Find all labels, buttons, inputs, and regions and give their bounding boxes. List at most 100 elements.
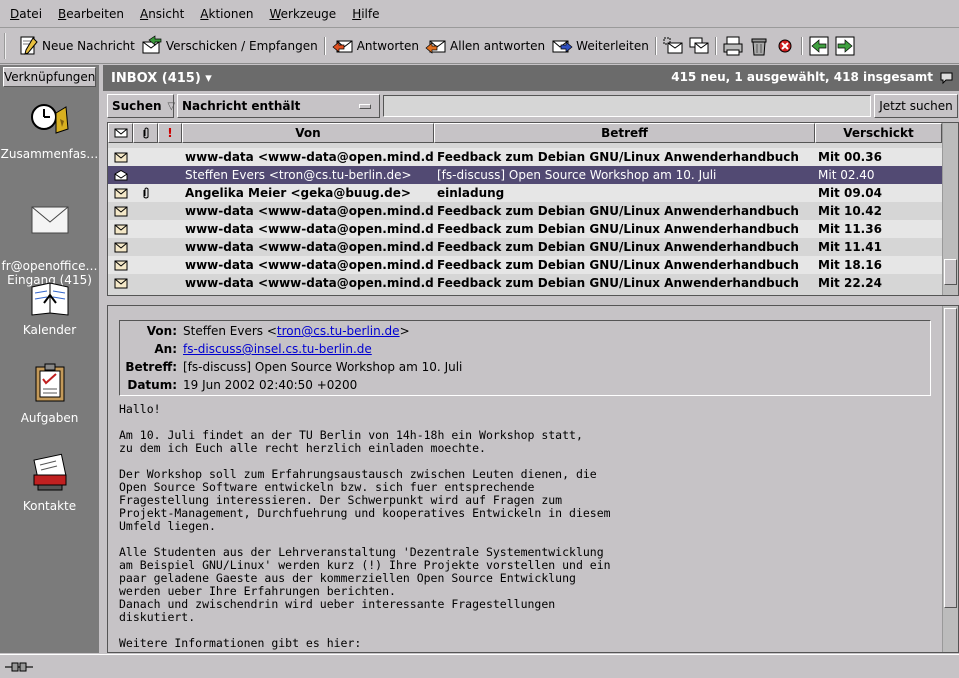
search-now-button[interactable]: Jetzt suchen bbox=[874, 94, 958, 118]
send-receive-button[interactable]: Verschicken / Empfangen bbox=[138, 32, 321, 60]
reply-label: Antworten bbox=[356, 39, 420, 53]
message-list-header: ! Von Betreff Verschickt bbox=[108, 123, 942, 143]
paperclip-header-icon bbox=[143, 127, 148, 139]
message-body: Hallo! Am 10. Juli findet an der TU Berl… bbox=[119, 402, 611, 650]
column-subject-header[interactable]: Betreff bbox=[434, 123, 815, 143]
reply-all-label: Allen antworten bbox=[450, 39, 546, 53]
message-from: www-data <www-data@open.mind.de> bbox=[185, 222, 434, 236]
copy-message-button[interactable] bbox=[686, 32, 712, 60]
preview-scrollbar[interactable] bbox=[942, 306, 958, 652]
message-subject: Feedback zum Debian GNU/Linux Anwenderha… bbox=[437, 222, 799, 236]
move-message-button[interactable] bbox=[660, 32, 686, 60]
reply-button[interactable]: Antworten bbox=[329, 32, 422, 60]
message-list-scroll-thumb[interactable] bbox=[944, 259, 957, 285]
forward-button[interactable]: Weiterleiten bbox=[548, 32, 652, 60]
unread-envelope-icon bbox=[114, 188, 127, 198]
message-date: Mit 10.42 bbox=[818, 204, 882, 218]
header-to-row: An: fs-discuss@insel.cs.tu-berlin.de bbox=[120, 342, 372, 360]
shortcut-summary[interactable]: Zusammenfas… bbox=[0, 99, 99, 161]
message-from: www-data <www-data@open.mind.de> bbox=[185, 240, 434, 254]
status-bar bbox=[0, 654, 959, 678]
tasks-clipboard-icon bbox=[35, 363, 64, 402]
unread-envelope-icon bbox=[114, 242, 127, 252]
menu-bar: Datei Bearbeiten Ansicht Aktionen Werkze… bbox=[0, 0, 959, 28]
search-menu-button[interactable]: Suchen ▽ bbox=[107, 94, 175, 118]
menu-ansicht[interactable]: Ansicht bbox=[140, 7, 184, 21]
send-receive-icon bbox=[142, 35, 162, 54]
table-row[interactable]: www-data <www-data@open.mind.de> Feedbac… bbox=[108, 256, 942, 274]
menu-aktionen[interactable]: Aktionen bbox=[200, 7, 253, 21]
message-from: Steffen Evers <tron@cs.tu-berlin.de> bbox=[185, 168, 412, 182]
menu-bearbeiten[interactable]: Bearbeiten bbox=[58, 7, 124, 21]
message-subject: einladung bbox=[437, 186, 505, 200]
search-criteria-select[interactable]: Nachricht enthält bbox=[177, 94, 380, 118]
shortcut-inbox[interactable]: fr@openoffice… Eingang (415) bbox=[0, 187, 99, 287]
menu-werkzeuge[interactable]: Werkzeuge bbox=[269, 7, 336, 21]
print-button[interactable] bbox=[720, 32, 746, 60]
preview-scroll-thumb[interactable] bbox=[944, 308, 957, 608]
column-sent-header[interactable]: Verschickt bbox=[815, 123, 942, 143]
shortcut-tasks-label: Aufgaben bbox=[20, 411, 79, 425]
new-message-button[interactable]: Neue Nachricht bbox=[16, 32, 138, 60]
table-row-selected[interactable]: Steffen Evers <tron@cs.tu-berlin.de> [fs… bbox=[108, 166, 942, 184]
previous-button[interactable] bbox=[806, 32, 832, 60]
table-row[interactable]: www-data <www-data@open.mind.de> Feedbac… bbox=[108, 238, 942, 256]
folder-comment-icon[interactable] bbox=[939, 70, 955, 86]
header-subject-label: Betreff: bbox=[125, 360, 177, 374]
option-menu-indicator-icon bbox=[359, 103, 371, 109]
menu-hilfe[interactable]: Hilfe bbox=[352, 7, 379, 21]
shortcut-contacts[interactable]: Kontakte bbox=[0, 449, 99, 513]
inbox-envelope-icon bbox=[31, 206, 68, 234]
column-attachment-header[interactable] bbox=[133, 123, 158, 143]
delete-button[interactable] bbox=[746, 32, 772, 60]
toolbar: Neue Nachricht Verschicken / Empfangen A… bbox=[0, 29, 959, 64]
table-row[interactable]: www-data <www-data@open.mind.de> Feedbac… bbox=[108, 202, 942, 220]
search-input[interactable] bbox=[383, 95, 871, 117]
table-row[interactable]: Angelika Meier <geka@buug.de> einladung … bbox=[108, 184, 942, 202]
arrow-right-icon bbox=[835, 36, 855, 56]
stop-icon bbox=[778, 39, 792, 53]
column-priority-header[interactable]: ! bbox=[158, 123, 182, 143]
connection-plug-icon bbox=[5, 662, 33, 672]
column-from-header[interactable]: Von bbox=[182, 123, 434, 143]
reply-icon bbox=[332, 40, 353, 53]
column-status-header[interactable] bbox=[108, 123, 133, 143]
message-list-scrollbar[interactable] bbox=[942, 123, 958, 295]
toolbar-grip[interactable] bbox=[4, 33, 12, 59]
message-date: Mit 09.04 bbox=[818, 186, 882, 200]
stop-button[interactable] bbox=[772, 32, 798, 60]
attachment-paperclip-icon bbox=[143, 187, 148, 199]
message-from: www-data <www-data@open.mind.de> bbox=[185, 204, 434, 218]
next-button[interactable] bbox=[832, 32, 858, 60]
shortcut-tasks[interactable]: Aufgaben bbox=[0, 361, 99, 425]
message-header-box: Von: Steffen Evers <tron@cs.tu-berlin.de… bbox=[119, 320, 931, 396]
shortcuts-header-button[interactable]: Verknüpfungen bbox=[3, 67, 96, 87]
shortcut-calendar-label: Kalender bbox=[22, 323, 77, 337]
header-from-label: Von: bbox=[146, 324, 177, 338]
folder-title-dropdown[interactable]: INBOX (415) ▾ bbox=[111, 71, 212, 86]
search-bar: Suchen ▽ Nachricht enthält Jetzt suchen bbox=[107, 93, 959, 119]
unread-envelope-icon bbox=[114, 278, 127, 288]
menu-datei[interactable]: Datei bbox=[10, 7, 42, 21]
header-from-email-link[interactable]: tron@cs.tu-berlin.de bbox=[277, 324, 400, 338]
message-list: ! Von Betreff Verschickt www-data <www-d… bbox=[107, 122, 959, 296]
reply-all-button[interactable]: Allen antworten bbox=[422, 32, 548, 60]
unread-envelope-icon bbox=[114, 152, 127, 162]
trash-icon bbox=[751, 38, 767, 56]
toolbar-separator bbox=[800, 37, 803, 55]
priority-exclamation-icon: ! bbox=[167, 126, 173, 140]
message-subject: Feedback zum Debian GNU/Linux Anwenderha… bbox=[437, 240, 799, 254]
arrow-left-icon bbox=[809, 36, 829, 56]
folder-status: 415 neu, 1 ausgewählt, 418 insgesamt bbox=[671, 70, 933, 84]
shortcut-summary-label: Zusammenfas… bbox=[0, 147, 99, 161]
table-row[interactable]: www-data <www-data@open.mind.de> Feedbac… bbox=[108, 274, 942, 292]
table-row[interactable]: www-data <www-data@open.mind.de> Feedbac… bbox=[108, 148, 942, 166]
unread-envelope-icon bbox=[114, 224, 127, 234]
header-to-email-link[interactable]: fs-discuss@insel.cs.tu-berlin.de bbox=[183, 342, 372, 356]
message-rows: www-data <www-data@open.mind.de> Feedbac… bbox=[108, 143, 942, 292]
table-row[interactable]: www-data <www-data@open.mind.de> Feedbac… bbox=[108, 220, 942, 238]
shortcut-calendar[interactable]: Kalender bbox=[0, 277, 99, 337]
message-from: Angelika Meier <geka@buug.de> bbox=[185, 186, 411, 200]
message-date: Mit 22.24 bbox=[818, 276, 882, 290]
forward-label: Weiterleiten bbox=[576, 39, 649, 53]
